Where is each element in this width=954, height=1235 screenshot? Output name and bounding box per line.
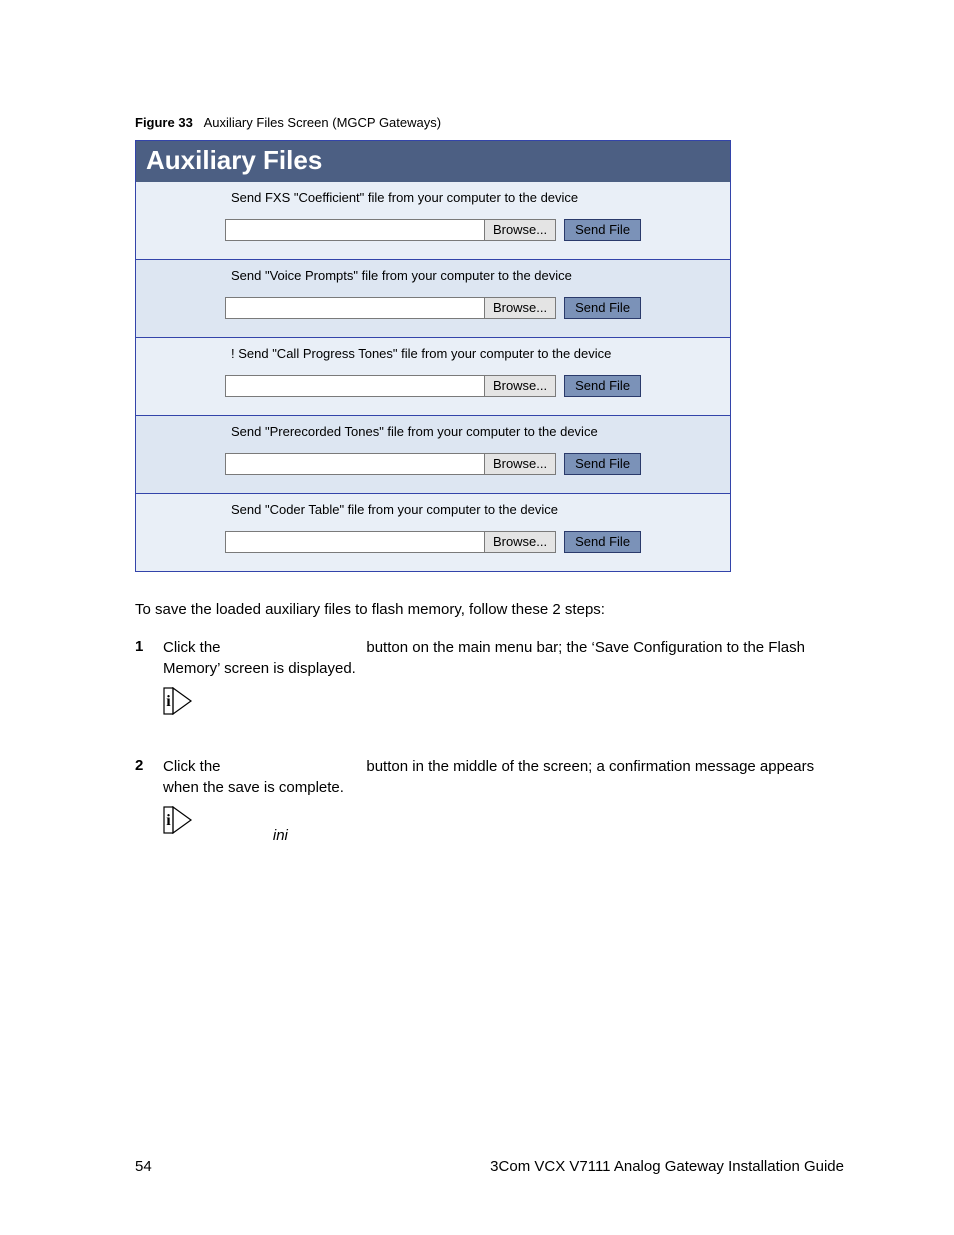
- section-label: Send "Prerecorded Tones" file from your …: [136, 424, 730, 439]
- step-2: 2 Click the Save Configuration button in…: [135, 757, 844, 798]
- browse-button[interactable]: Browse...: [485, 453, 556, 475]
- send-file-button[interactable]: Send File: [564, 297, 641, 319]
- step-pre: Click the: [163, 639, 225, 656]
- ini-literal: ini: [273, 827, 288, 844]
- step-number: 1: [135, 638, 163, 679]
- step-pre: Click the: [163, 758, 225, 775]
- browse-button[interactable]: Browse...: [485, 297, 556, 319]
- section-label: ! Send "Call Progress Tones" file from y…: [136, 346, 730, 361]
- panel-title: Auxiliary Files: [136, 141, 730, 182]
- file-path-input[interactable]: [225, 219, 485, 241]
- send-file-button[interactable]: Send File: [564, 375, 641, 397]
- note-2: i A device reset is required to activate…: [163, 806, 844, 847]
- section-coder-table: Send "Coder Table" file from your comput…: [136, 494, 730, 571]
- file-path-input[interactable]: [225, 531, 485, 553]
- browse-button[interactable]: Browse...: [485, 375, 556, 397]
- file-path-input[interactable]: [225, 375, 485, 397]
- note-1: i Saving an auxiliary file to flash memo…: [163, 687, 844, 728]
- svg-text:i: i: [166, 812, 171, 829]
- section-voice-prompts: Send "Voice Prompts" file from your comp…: [136, 260, 730, 338]
- section-label: Send "Voice Prompts" file from your comp…: [136, 268, 730, 283]
- figure-caption-text: Auxiliary Files Screen (MGCP Gateways): [204, 115, 441, 130]
- note-1-body: Saving an auxiliary file to flash memory…: [207, 688, 812, 725]
- intro-text: To save the loaded auxiliary files to fl…: [135, 600, 844, 620]
- section-call-progress-tones: ! Send "Call Progress Tones" file from y…: [136, 338, 730, 416]
- save-configuration-ref: Save Configuration: [225, 639, 363, 656]
- step-text: Click the Save Configuration button on t…: [163, 638, 844, 679]
- send-file-button[interactable]: Send File: [564, 219, 641, 241]
- section-prerecorded-tones: Send "Prerecorded Tones" file from your …: [136, 416, 730, 494]
- info-arrow-icon: i: [163, 806, 193, 834]
- step-1: 1 Click the Save Configuration button on…: [135, 638, 844, 679]
- auxiliary-files-panel: Auxiliary Files Send FXS "Coefficient" f…: [135, 140, 731, 572]
- browse-button[interactable]: Browse...: [485, 219, 556, 241]
- file-path-input[interactable]: [225, 453, 485, 475]
- step-text: Click the Save Configuration button in t…: [163, 757, 844, 798]
- page-number: 54: [135, 1158, 152, 1175]
- save-configuration-ref: Save Configuration: [225, 758, 363, 775]
- page-footer: 54 3Com VCX V7111 Analog Gateway Install…: [135, 1158, 844, 1175]
- send-file-button[interactable]: Send File: [564, 453, 641, 475]
- file-path-input[interactable]: [225, 297, 485, 319]
- note-2-post: file parameters.: [288, 827, 396, 844]
- figure-label: Figure 33: [135, 115, 193, 130]
- browse-button[interactable]: Browse...: [485, 531, 556, 553]
- info-arrow-icon: i: [163, 687, 193, 715]
- footer-title: 3Com VCX V7111 Analog Gateway Installati…: [490, 1158, 844, 1175]
- section-label: Send FXS "Coefficient" file from your co…: [136, 190, 730, 205]
- figure-caption: Figure 33 Auxiliary Files Screen (MGCP G…: [135, 115, 844, 130]
- section-label: Send "Coder Table" file from your comput…: [136, 502, 730, 517]
- svg-text:i: i: [166, 693, 171, 710]
- section-fxs-coefficient: Send FXS "Coefficient" file from your co…: [136, 182, 730, 260]
- note-text: Saving an auxiliary file to flash memory…: [207, 687, 844, 728]
- step-number: 2: [135, 757, 163, 798]
- send-file-button[interactable]: Send File: [564, 531, 641, 553]
- note-text: A device reset is required to activate a…: [207, 806, 844, 847]
